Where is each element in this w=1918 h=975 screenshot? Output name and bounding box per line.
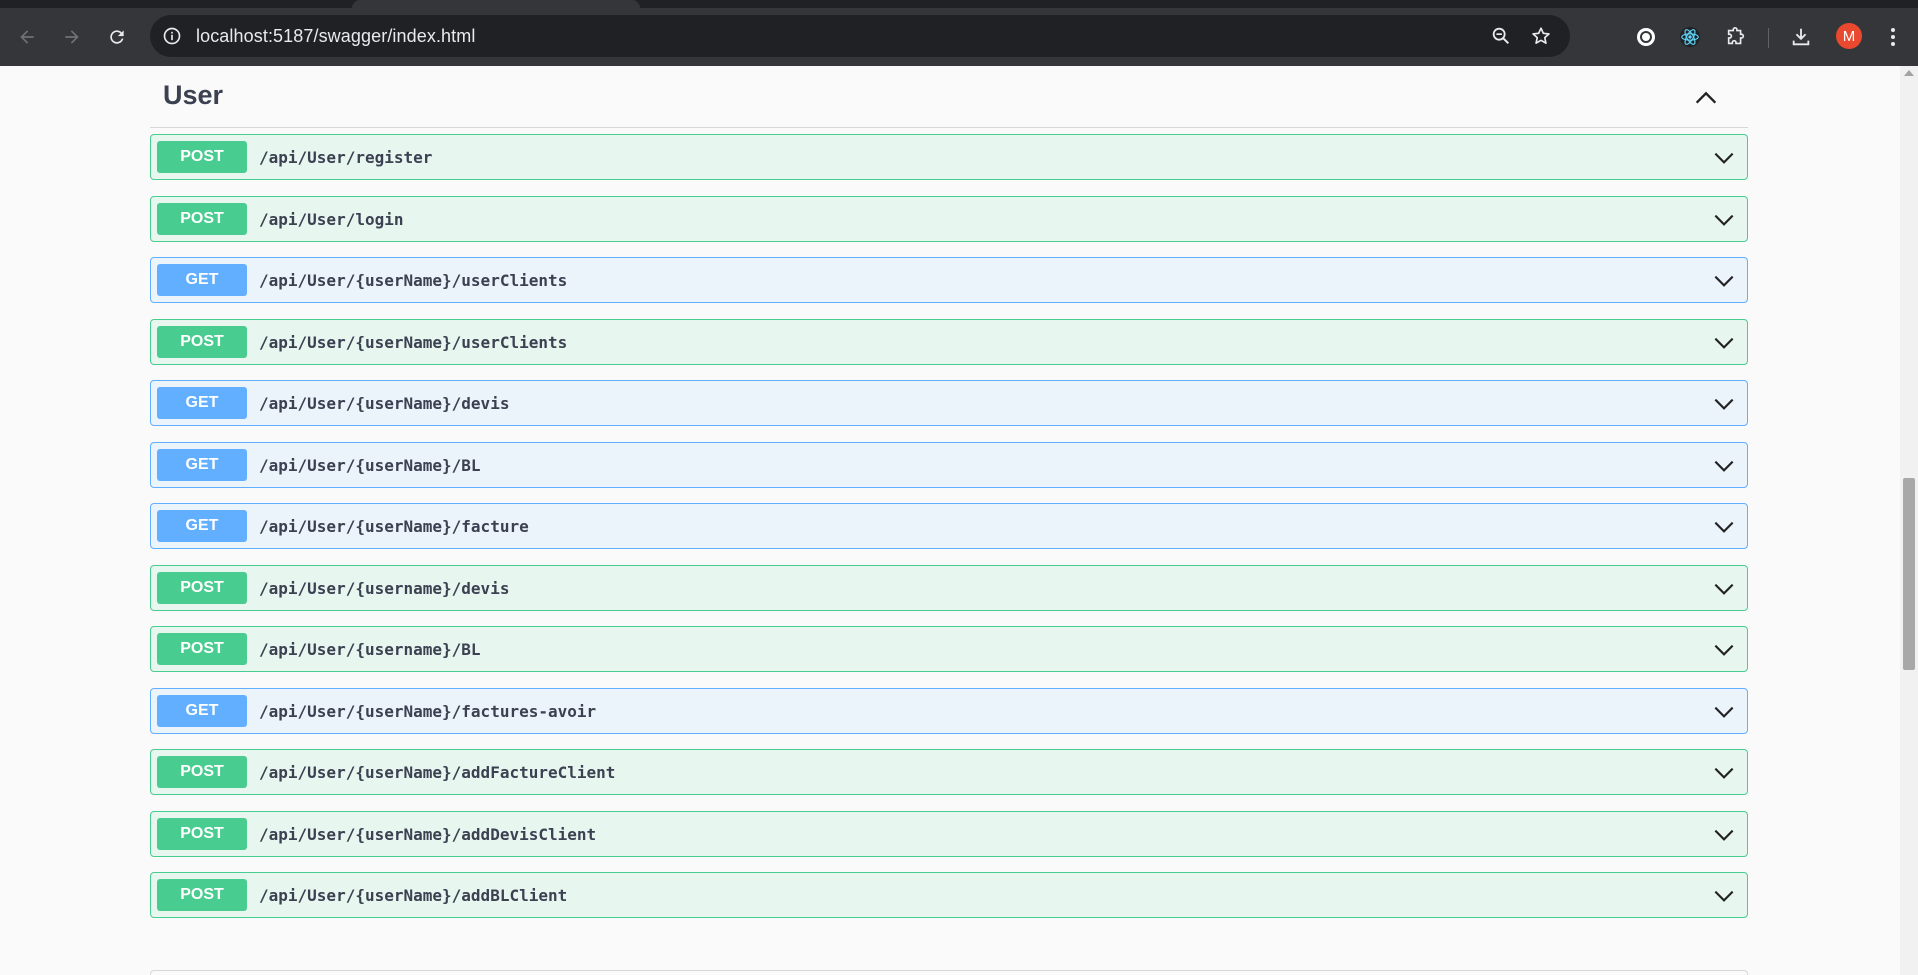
- operation-path[interactable]: /api/User/{userName}/devis: [259, 394, 509, 413]
- method-badge[interactable]: POST: [157, 879, 247, 911]
- chevron-down-icon[interactable]: [1711, 330, 1737, 356]
- operation-row[interactable]: GET/api/User/{userName}/BL: [150, 441, 1748, 488]
- operation-path[interactable]: /api/User/{userName}/addBLClient: [259, 886, 567, 905]
- operation-row[interactable]: GET/api/User/{userName}/factures-avoir: [150, 687, 1748, 734]
- browser-toolbar: localhost:5187/swagger/index.html M: [0, 8, 1918, 66]
- reload-button[interactable]: [100, 20, 134, 54]
- active-tab[interactable]: [352, 0, 640, 8]
- site-info-icon[interactable]: [162, 26, 182, 46]
- back-icon: [20, 30, 34, 44]
- operation-row[interactable]: GET/api/User/{userName}/facture: [150, 503, 1748, 549]
- operation-row[interactable]: POST/api/User/{userName}/addBLClient: [150, 872, 1748, 918]
- operation-row[interactable]: POST/api/User/{username}/devis: [150, 564, 1748, 611]
- operation-row[interactable]: POST/api/User/login: [150, 195, 1748, 242]
- method-badge[interactable]: POST: [157, 633, 247, 665]
- operation-row[interactable]: POST/api/User/{userName}/addFactureClien…: [150, 749, 1748, 795]
- method-badge[interactable]: GET: [157, 694, 247, 727]
- operation-row[interactable]: POST/api/User/register: [150, 134, 1748, 180]
- operation-row[interactable]: GET/api/User/{userName}/devis: [150, 380, 1748, 426]
- operation-path[interactable]: /api/User/{userName}/addFactureClient: [259, 763, 615, 782]
- chevron-down-icon[interactable]: [1711, 822, 1737, 848]
- reload-icon: [110, 30, 124, 44]
- operation-path[interactable]: /api/User/{userName}/userClients: [259, 271, 567, 290]
- chevron-down-icon[interactable]: [1711, 760, 1737, 786]
- extensions-button[interactable]: [1723, 24, 1749, 50]
- operation-row[interactable]: POST/api/User/{userName}/userClients: [150, 318, 1748, 365]
- bookmark-star-icon[interactable]: [1530, 25, 1552, 47]
- url-text[interactable]: localhost:5187/swagger/index.html: [196, 26, 475, 47]
- swagger-page: User POST/api/User/register POST/api/User…: [0, 66, 1918, 975]
- chevron-down-icon[interactable]: [1711, 514, 1737, 540]
- operation-path[interactable]: /api/User/{userName}/addDevisClient: [259, 825, 596, 844]
- react-devtools-button[interactable]: [1677, 24, 1703, 50]
- forward-button[interactable]: [55, 20, 89, 54]
- extension-circle-icon: [1637, 28, 1655, 46]
- operation-path[interactable]: /api/User/{userName}/userClients: [259, 333, 567, 352]
- method-badge[interactable]: GET: [157, 510, 247, 542]
- method-badge[interactable]: POST: [157, 571, 247, 604]
- operation-path[interactable]: /api/User/{username}/devis: [259, 579, 509, 598]
- next-section-edge: [150, 970, 1748, 975]
- chevron-down-icon[interactable]: [1711, 883, 1737, 909]
- method-badge[interactable]: POST: [157, 325, 247, 358]
- operation-path[interactable]: /api/User/{userName}/BL: [259, 456, 481, 475]
- chevron-down-icon[interactable]: [1711, 268, 1737, 294]
- operation-row[interactable]: POST/api/User/{userName}/addDevisClient: [150, 810, 1748, 857]
- menu-kebab-icon: [1891, 28, 1895, 46]
- method-badge[interactable]: POST: [157, 141, 247, 173]
- chevron-up-icon[interactable]: [1692, 84, 1720, 112]
- method-badge[interactable]: GET: [157, 264, 247, 296]
- browser-menu-button[interactable]: [1880, 24, 1906, 50]
- scroll-thumb[interactable]: [1903, 478, 1915, 670]
- operation-path[interactable]: /api/User/{userName}/factures-avoir: [259, 702, 596, 721]
- scroll-up-arrow[interactable]: [1904, 70, 1914, 76]
- operation-path[interactable]: /api/User/register: [259, 148, 432, 167]
- method-badge[interactable]: POST: [157, 202, 247, 235]
- chevron-down-icon[interactable]: [1711, 207, 1737, 233]
- operation-path[interactable]: /api/User/{userName}/facture: [259, 517, 529, 536]
- toolbar-separator: [1768, 28, 1769, 48]
- tab-strip: [0, 0, 1918, 8]
- method-badge[interactable]: POST: [157, 756, 247, 788]
- extension-circle-button[interactable]: [1633, 24, 1659, 50]
- chevron-down-icon[interactable]: [1711, 699, 1737, 725]
- downloads-button[interactable]: [1788, 24, 1814, 50]
- chevron-down-icon[interactable]: [1711, 145, 1737, 171]
- user-section-header[interactable]: User: [150, 66, 1748, 128]
- method-badge[interactable]: GET: [157, 448, 247, 481]
- zoom-icon[interactable]: [1490, 25, 1512, 47]
- extensions-puzzle-icon: [1727, 27, 1745, 45]
- operation-path[interactable]: /api/User/login: [259, 210, 404, 229]
- back-button[interactable]: [10, 20, 44, 54]
- address-bar[interactable]: localhost:5187/swagger/index.html: [150, 15, 1570, 57]
- chevron-down-icon[interactable]: [1711, 453, 1737, 479]
- chevron-down-icon[interactable]: [1711, 637, 1737, 663]
- chevron-down-icon[interactable]: [1711, 391, 1737, 417]
- browser-chrome: localhost:5187/swagger/index.html M: [0, 0, 1918, 66]
- page-scrollbar[interactable]: [1900, 66, 1918, 975]
- profile-avatar[interactable]: M: [1836, 23, 1862, 49]
- operation-row[interactable]: GET/api/User/{userName}/userClients: [150, 257, 1748, 303]
- method-badge[interactable]: GET: [157, 387, 247, 419]
- operation-path[interactable]: /api/User/{username}/BL: [259, 640, 481, 659]
- react-devtools-icon: [1679, 26, 1701, 48]
- forward-icon: [65, 30, 79, 44]
- chevron-down-icon[interactable]: [1711, 576, 1737, 602]
- section-title[interactable]: User: [163, 80, 223, 111]
- operation-row[interactable]: POST/api/User/{username}/BL: [150, 626, 1748, 672]
- method-badge[interactable]: POST: [157, 817, 247, 850]
- download-icon: [1792, 28, 1810, 46]
